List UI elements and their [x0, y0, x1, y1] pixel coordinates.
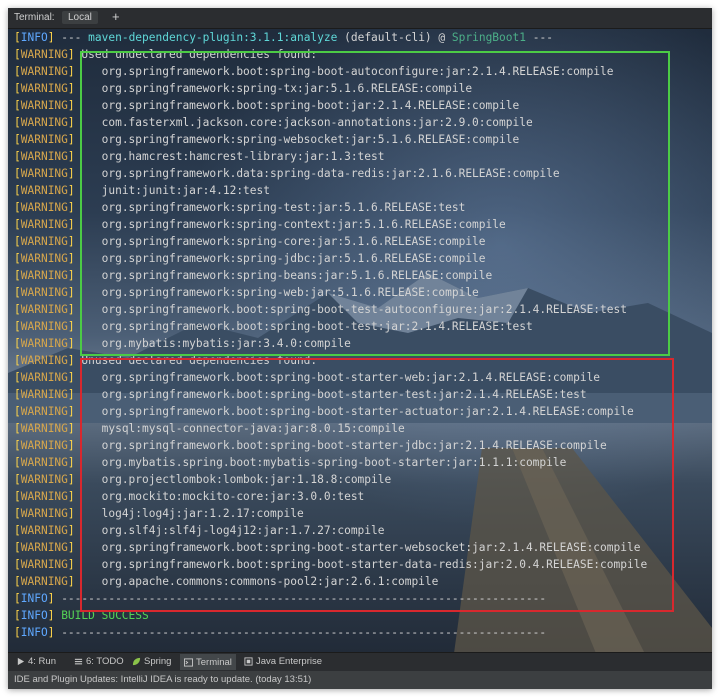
dependency-coordinate: org.springframework:spring-tx:jar:5.1.6.…	[81, 82, 473, 95]
run-icon	[17, 657, 25, 666]
dependency-line: [WARNING] org.springframework.boot:sprin…	[14, 541, 641, 554]
dependency-coordinate: org.springframework.boot:spring-boot-sta…	[81, 405, 634, 418]
run-tool-button[interactable]: 4: Run	[16, 656, 56, 667]
dependency-coordinate: org.springframework.boot:spring-boot-sta…	[81, 558, 648, 571]
dependency-coordinate: org.springframework.boot:spring-boot-sta…	[81, 371, 601, 384]
dependency-coordinate: org.springframework.boot:spring-boot-sta…	[81, 541, 641, 554]
dependency-coordinate: org.slf4j:slf4j-log4j12:jar:1.7.27:compi…	[81, 524, 385, 537]
dependency-coordinate: org.springframework.boot:spring-boot-aut…	[81, 65, 614, 78]
java-enterprise-tool-button[interactable]: Java Enterprise	[244, 656, 322, 667]
unused-dependency-list: [WARNING] org.springframework.boot:sprin…	[14, 369, 712, 590]
dependency-line: [WARNING] org.springframework:spring-cor…	[14, 235, 486, 248]
dependency-coordinate: org.springframework.data:spring-data-red…	[81, 167, 560, 180]
dependency-coordinate: org.springframework:spring-websocket:jar…	[81, 133, 520, 146]
terminal-icon	[184, 657, 193, 667]
dependency-line: [WARNING] org.springframework:spring-bea…	[14, 269, 493, 282]
dependency-coordinate: org.projectlombok:lombok:jar:1.18.8:comp…	[81, 473, 392, 486]
dependency-line: [WARNING] log4j:log4j:jar:1.2.17:compile	[14, 507, 304, 520]
undeclared-dependency-list: [WARNING] org.springframework.boot:sprin…	[14, 63, 712, 352]
separator-line: [INFO] ---------------------------------…	[14, 592, 547, 605]
dependency-coordinate: org.mybatis.spring.boot:mybatis-spring-b…	[81, 456, 567, 469]
dependency-coordinate: org.mybatis:mybatis:jar:3.4.0:compile	[81, 337, 351, 350]
spring-leaf-icon	[132, 657, 141, 666]
java-enterprise-icon	[244, 657, 253, 666]
dependency-coordinate: org.springframework.boot:spring-boot-sta…	[81, 388, 587, 401]
dependency-line: [WARNING] org.springframework.boot:sprin…	[14, 558, 648, 571]
dependency-line: [WARNING] org.springframework.boot:sprin…	[14, 439, 607, 452]
terminal-tab-bar: Terminal: Local +	[8, 8, 712, 29]
status-message[interactable]: IDE and Plugin Updates: IntelliJ IDEA is…	[14, 674, 311, 685]
terminal-label: Terminal:	[14, 12, 55, 23]
undeclared-title-line: [WARNING] Used undeclared dependencies f…	[14, 48, 318, 61]
todo-icon	[74, 658, 83, 665]
dependency-coordinate: com.fasterxml.jackson.core:jackson-annot…	[81, 116, 533, 129]
dependency-coordinate: mysql:mysql-connector-java:jar:8.0.15:co…	[81, 422, 405, 435]
dependency-line: [WARNING] mysql:mysql-connector-java:jar…	[14, 422, 405, 435]
todo-tool-button[interactable]: 6: TODO	[74, 656, 124, 667]
dependency-coordinate: org.springframework:spring-context:jar:5…	[81, 218, 506, 231]
dependency-coordinate: org.springframework:spring-beans:jar:5.1…	[81, 269, 493, 282]
build-success-line: [INFO] BUILD SUCCESS	[14, 609, 149, 622]
dependency-line: [WARNING] org.springframework.boot:sprin…	[14, 99, 520, 112]
add-tab-button[interactable]: +	[112, 9, 120, 24]
dependency-line: [WARNING] org.springframework.boot:sprin…	[14, 388, 587, 401]
dependency-coordinate: log4j:log4j:jar:1.2.17:compile	[81, 507, 304, 520]
dependency-coordinate: org.springframework.boot:spring-boot-tes…	[81, 320, 533, 333]
spring-tool-button[interactable]: Spring	[132, 656, 171, 667]
dependency-coordinate: org.springframework:spring-test:jar:5.1.…	[81, 201, 466, 214]
dependency-line: [WARNING] org.springframework:spring-web…	[14, 133, 520, 146]
dependency-coordinate: org.springframework:spring-core:jar:5.1.…	[81, 235, 486, 248]
dependency-line: [WARNING] org.springframework:spring-con…	[14, 218, 506, 231]
plugin-header-line: [INFO] --- maven-dependency-plugin:3.1.1…	[14, 31, 553, 44]
dependency-coordinate: org.springframework.boot:spring-boot-tes…	[81, 303, 627, 316]
dependency-coordinate: org.springframework.boot:spring-boot:jar…	[81, 99, 520, 112]
dependency-coordinate: org.springframework:spring-jdbc:jar:5.1.…	[81, 252, 486, 265]
dependency-line: [WARNING] org.springframework.boot:sprin…	[14, 405, 634, 418]
dependency-line: [WARNING] org.slf4j:slf4j-log4j12:jar:1.…	[14, 524, 385, 537]
dependency-line: [WARNING] org.springframework.data:sprin…	[14, 167, 560, 180]
dependency-coordinate: org.mockito:mockito-core:jar:3.0.0:test	[81, 490, 365, 503]
dependency-line: [WARNING] org.springframework:spring-web…	[14, 286, 479, 299]
terminal-tool-button[interactable]: Terminal	[180, 654, 236, 670]
dependency-line: [WARNING] org.mockito:mockito-core:jar:3…	[14, 490, 365, 503]
dependency-coordinate: org.apache.commons:commons-pool2:jar:2.6…	[81, 575, 439, 588]
separator-line: [INFO] ---------------------------------…	[14, 626, 547, 639]
dependency-line: [WARNING] org.mybatis:mybatis:jar:3.4.0:…	[14, 337, 351, 350]
dependency-line: [WARNING] junit:junit:jar:4.12:test	[14, 184, 270, 197]
dependency-line: [WARNING] org.apache.commons:commons-poo…	[14, 575, 439, 588]
tab-local[interactable]: Local	[62, 11, 98, 24]
dependency-line: [WARNING] org.springframework:spring-tx:…	[14, 82, 473, 95]
dependency-line: [WARNING] org.springframework:spring-jdb…	[14, 252, 486, 265]
tool-window-bar: 4: Run 6: TODO Spring Terminal Java Ente…	[8, 652, 712, 671]
dependency-coordinate: org.springframework.boot:spring-boot-sta…	[81, 439, 607, 452]
dependency-line: [WARNING] org.springframework.boot:sprin…	[14, 303, 627, 316]
dependency-line: [WARNING] org.springframework.boot:sprin…	[14, 371, 601, 384]
dependency-coordinate: org.hamcrest:hamcrest-library:jar:1.3:te…	[81, 150, 385, 163]
terminal-window: Terminal: Local + [INFO] --- maven-depen…	[8, 8, 712, 689]
dependency-line: [WARNING] org.springframework.boot:sprin…	[14, 65, 614, 78]
dependency-line: [WARNING] org.projectlombok:lombok:jar:1…	[14, 473, 392, 486]
dependency-line: [WARNING] org.hamcrest:hamcrest-library:…	[14, 150, 385, 163]
unused-title-line: [WARNING] Unused declared dependencies f…	[14, 354, 318, 367]
dependency-line: [WARNING] org.springframework.boot:sprin…	[14, 320, 533, 333]
dependency-coordinate: org.springframework:spring-web:jar:5.1.6…	[81, 286, 479, 299]
terminal-output[interactable]: [INFO] --- maven-dependency-plugin:3.1.1…	[14, 29, 712, 653]
dependency-line: [WARNING] org.springframework:spring-tes…	[14, 201, 466, 214]
dependency-coordinate: junit:junit:jar:4.12:test	[81, 184, 270, 197]
dependency-line: [WARNING] com.fasterxml.jackson.core:jac…	[14, 116, 533, 129]
status-bar: IDE and Plugin Updates: IntelliJ IDEA is…	[8, 671, 712, 689]
dependency-line: [WARNING] org.mybatis.spring.boot:mybati…	[14, 456, 567, 469]
